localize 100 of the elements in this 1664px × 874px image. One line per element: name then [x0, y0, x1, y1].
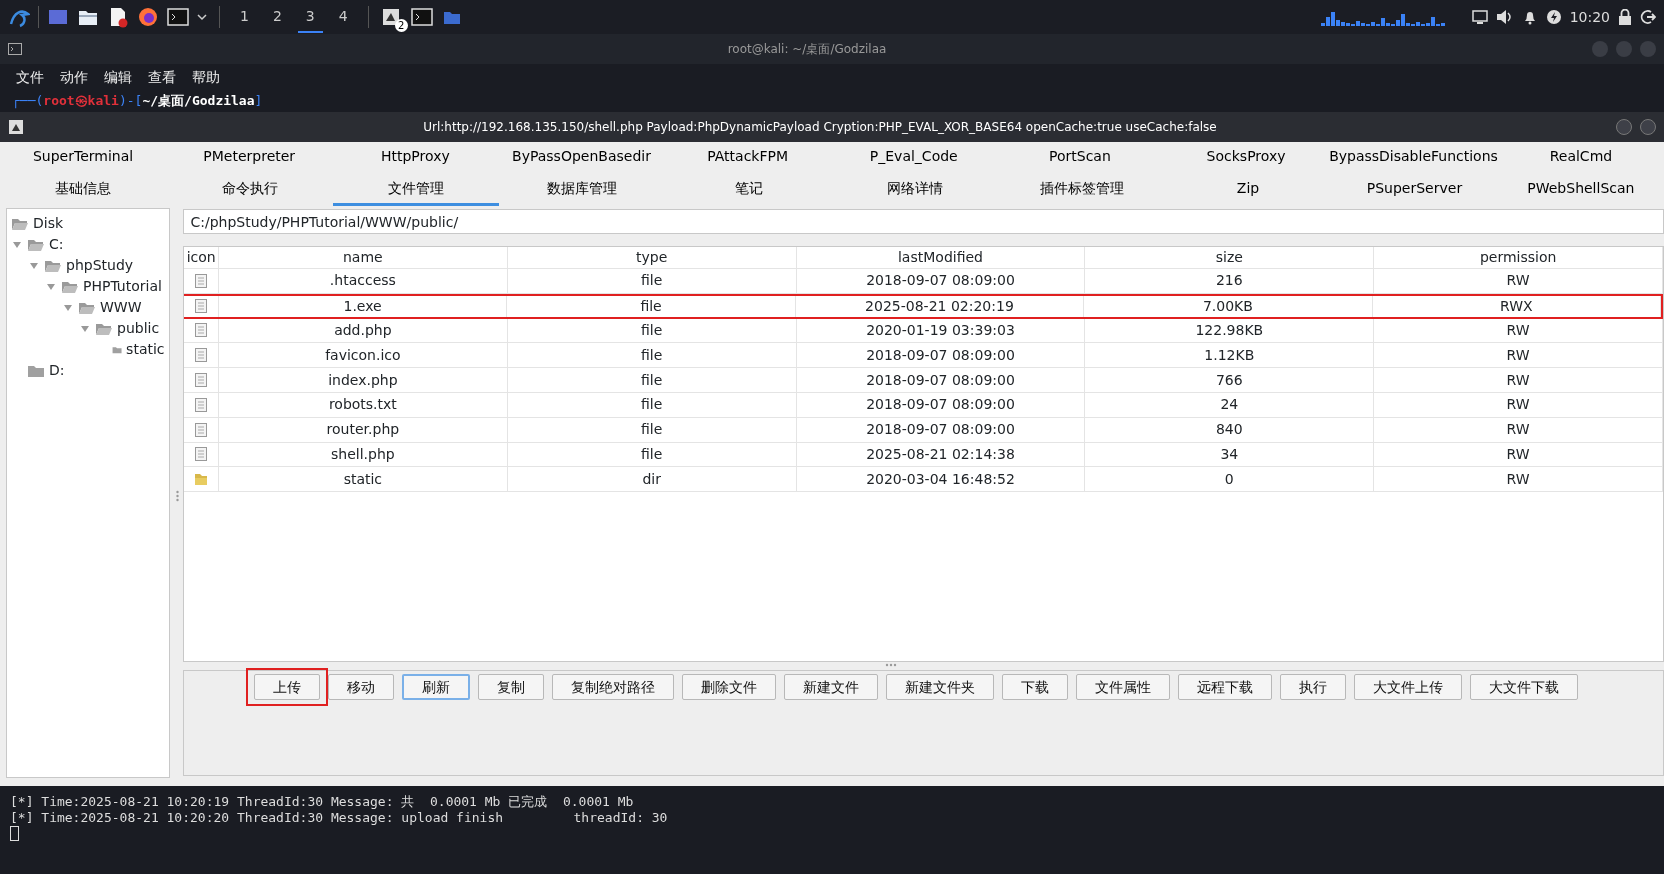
- folder-icon: [27, 363, 45, 378]
- terminal-icon[interactable]: [167, 6, 189, 28]
- tab[interactable]: 文件管理: [332, 174, 500, 206]
- tab[interactable]: P_Eval_Code: [830, 142, 997, 174]
- file-icon: [195, 323, 208, 338]
- menu-item[interactable]: 编辑: [104, 66, 132, 88]
- minimize-button[interactable]: [1616, 119, 1632, 135]
- tree-item[interactable]: D:: [49, 360, 65, 381]
- grip-icon[interactable]: [175, 490, 179, 502]
- tree-item[interactable]: static: [126, 339, 165, 360]
- action-button[interactable]: 复制: [478, 674, 545, 700]
- tab[interactable]: 插件标签管理: [998, 174, 1165, 206]
- action-button[interactable]: 大文件下载: [1470, 674, 1579, 700]
- column-header[interactable]: name: [218, 247, 508, 268]
- tab[interactable]: PMeterpreter: [166, 142, 333, 174]
- table-row[interactable]: favicon.ico file 2018-09-07 08:09:00 1.12KB RW: [184, 343, 1663, 369]
- workspace-button[interactable]: 3: [297, 1, 323, 33]
- column-header[interactable]: size: [1085, 247, 1375, 268]
- column-header[interactable]: type: [507, 247, 797, 268]
- table-row[interactable]: shell.php file 2025-08-21 02:14:38 34 RW: [184, 442, 1663, 468]
- action-button[interactable]: 上传: [254, 674, 321, 700]
- action-button[interactable]: 移动: [328, 674, 395, 700]
- table-row[interactable]: robots.txt file 2018-09-07 08:09:00 24 RW: [184, 393, 1663, 418]
- expanded-arrow-icon[interactable]: [45, 281, 57, 292]
- expanded-arrow-icon[interactable]: [79, 323, 91, 334]
- action-button[interactable]: 文件属性: [1076, 674, 1171, 700]
- grip-icon[interactable]: [884, 663, 899, 667]
- tree-item[interactable]: C:: [49, 234, 64, 255]
- table-row[interactable]: index.php file 2018-09-07 08:09:00 766 RW: [184, 368, 1663, 393]
- tab[interactable]: HttpProxy: [332, 142, 499, 174]
- screen-icon[interactable]: [1471, 10, 1488, 24]
- table-row[interactable]: add.php file 2020-01-19 03:39:03 122.98KB RW: [184, 318, 1663, 344]
- tab[interactable]: SuperTerminal: [0, 142, 167, 174]
- expanded-arrow-icon[interactable]: [28, 260, 40, 271]
- tab[interactable]: PortScan: [996, 142, 1163, 174]
- menu-item[interactable]: 文件: [16, 66, 44, 88]
- terminal-icon[interactable]: [410, 6, 433, 28]
- action-button[interactable]: 新建文件: [784, 674, 879, 700]
- table-cell: 216: [1085, 269, 1375, 293]
- expanded-arrow-icon[interactable]: [62, 302, 74, 313]
- logout-icon[interactable]: [1640, 9, 1656, 25]
- tree-item[interactable]: public: [117, 318, 160, 339]
- file-icon: [195, 273, 208, 288]
- table-cell: 2025-08-21 02:20:19: [795, 295, 1085, 317]
- file-icon: [195, 447, 208, 462]
- workspace-button[interactable]: 4: [330, 1, 356, 33]
- expanded-arrow-icon[interactable]: [11, 239, 23, 250]
- action-button[interactable]: 新建文件夹: [886, 674, 995, 700]
- action-button[interactable]: 删除文件: [682, 674, 777, 700]
- table-row[interactable]: static dir 2020-03-04 16:48:52 0 RW: [184, 467, 1663, 493]
- firefox-icon[interactable]: [137, 6, 159, 28]
- table-cell: RW: [1374, 318, 1663, 343]
- workspace-button[interactable]: 1: [232, 1, 257, 33]
- table-cell: 24: [1085, 393, 1375, 417]
- table-row[interactable]: .htaccess file 2018-09-07 08:09:00 216 RW: [184, 269, 1663, 294]
- action-button[interactable]: 下载: [1002, 674, 1069, 700]
- column-header[interactable]: permission: [1374, 247, 1663, 268]
- lock-icon[interactable]: [1618, 9, 1632, 25]
- table-cell: file: [507, 295, 796, 317]
- tree-item[interactable]: WWW: [100, 297, 142, 318]
- action-button[interactable]: 刷新: [402, 674, 471, 700]
- tab[interactable]: SocksProxy: [1163, 142, 1330, 174]
- tab[interactable]: ByPassOpenBasedir: [498, 142, 665, 174]
- power-icon[interactable]: [1545, 9, 1562, 25]
- table-cell: index.php: [218, 368, 508, 392]
- open-folder-icon: [61, 279, 79, 294]
- tree-item[interactable]: Disk: [33, 213, 64, 234]
- tab[interactable]: PWebShellScan: [1497, 174, 1664, 206]
- tab[interactable]: PAttackFPM: [664, 142, 831, 174]
- tree-item[interactable]: PHPTutorial: [83, 276, 162, 297]
- tab[interactable]: 命令执行: [166, 174, 333, 206]
- close-button[interactable]: [1640, 119, 1656, 135]
- tab[interactable]: RealCmd: [1497, 142, 1664, 174]
- tab[interactable]: 笔记: [665, 174, 833, 206]
- action-button[interactable]: 远程下载: [1178, 674, 1273, 700]
- action-button[interactable]: 大文件上传: [1354, 674, 1463, 700]
- table-row[interactable]: router.php file 2018-09-07 08:09:00 840 RW: [184, 417, 1663, 443]
- workspace-button[interactable]: 2: [264, 1, 290, 33]
- tab[interactable]: 基础信息: [0, 174, 167, 206]
- column-header[interactable]: lastModified: [796, 247, 1086, 268]
- table-cell: 7.00KB: [1084, 295, 1373, 317]
- path-field[interactable]: C:/phpStudy/PHPTutorial/WWW/public/: [183, 209, 1664, 234]
- menu-item[interactable]: 帮助: [192, 66, 220, 88]
- action-button[interactable]: 复制绝对路径: [552, 674, 675, 700]
- table-cell: 2018-09-07 08:09:00: [796, 393, 1086, 417]
- table-cell: 1.12KB: [1085, 343, 1375, 368]
- table-cell: 2020-01-19 03:39:03: [796, 318, 1086, 343]
- tab[interactable]: 网络详情: [832, 174, 999, 206]
- tab[interactable]: Zip: [1164, 174, 1332, 206]
- menu-item[interactable]: 动作: [60, 66, 88, 88]
- tab[interactable]: BypassDisableFunctions: [1329, 142, 1498, 174]
- tree-item[interactable]: phpStudy: [66, 255, 134, 276]
- caret-icon[interactable]: [197, 12, 207, 22]
- action-button[interactable]: 执行: [1280, 674, 1347, 700]
- tab[interactable]: PSuperServer: [1331, 174, 1498, 206]
- table-row[interactable]: 1.exe file 2025-08-21 02:20:19 7.00KB RWX: [184, 293, 1663, 319]
- tab[interactable]: 数据库管理: [499, 174, 666, 206]
- column-header[interactable]: icon: [184, 247, 219, 268]
- volume-icon[interactable]: [1495, 9, 1514, 25]
- menu-item[interactable]: 查看: [148, 66, 176, 88]
